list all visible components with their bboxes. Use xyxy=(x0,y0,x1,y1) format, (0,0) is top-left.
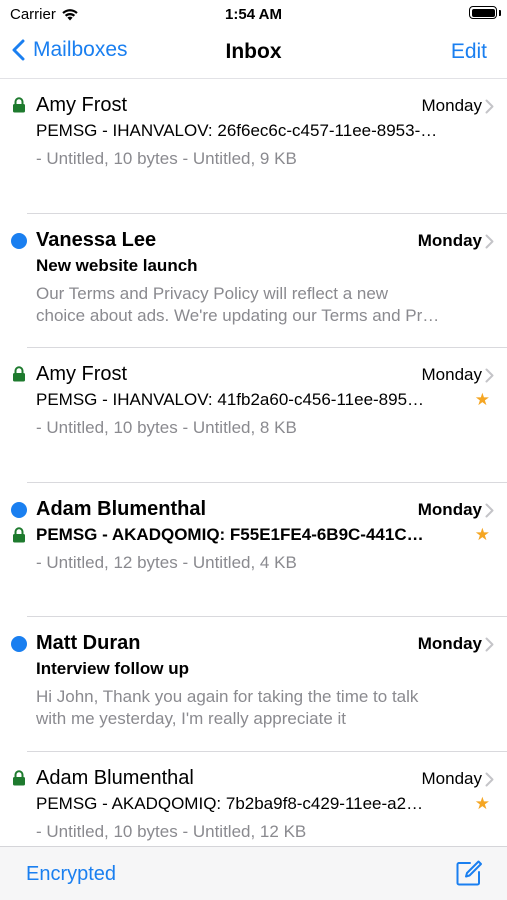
message-row[interactable]: Amy Frost Monday PEMSG - IHANVALOV: 41fb… xyxy=(0,348,507,483)
encrypted-filter-button[interactable]: Encrypted xyxy=(26,863,116,886)
message-preview: Hi John, Thank you again for taking the … xyxy=(36,686,486,730)
message-sender: Amy Frost xyxy=(36,363,128,385)
status-bar: Carrier 1:54 AM xyxy=(0,0,507,30)
message-subject: PEMSG - AKADQOMIQ: 7b2ba9f8-c429-11ee-a2… xyxy=(36,793,424,813)
message-subject: PEMSG - IHANVALOV: 41fb2a60-c456-11ee-89… xyxy=(36,390,425,409)
star-icon: ★ xyxy=(474,793,490,813)
message-subject: PEMSG - IHANVALOV: 26f6ec6c-c457-11ee-89… xyxy=(36,121,438,140)
message-list[interactable]: Amy Frost Monday PEMSG - IHANVALOV: 26f6… xyxy=(0,78,507,846)
page-title: Inbox xyxy=(225,40,282,63)
message-preview-line: with me yesterday, I'm really appreciate… xyxy=(36,709,346,728)
message-preview: Our Terms and Privacy Policy will reflec… xyxy=(36,283,486,327)
edit-button[interactable]: Edit xyxy=(451,40,487,64)
lock-icon xyxy=(13,769,25,785)
message-date: Monday xyxy=(417,634,482,653)
status-time: 1:54 AM xyxy=(225,6,282,23)
message-preview: - Untitled, 10 bytes - Untitled, 8 KB xyxy=(36,417,486,439)
message-preview: - Untitled, 10 bytes - Untitled, 9 KB xyxy=(36,148,486,170)
message-row[interactable]: Vanessa Lee Monday New website launch Ou… xyxy=(0,214,507,349)
chevron-right-icon xyxy=(485,99,494,114)
message-date: Monday xyxy=(417,230,482,250)
message-sender: Amy Frost xyxy=(36,94,128,116)
unread-dot-icon xyxy=(11,636,27,652)
star-icon: ★ xyxy=(474,524,490,544)
lock-icon xyxy=(13,526,25,542)
unread-indicator xyxy=(11,636,27,652)
message-row[interactable]: Adam Blumenthal Monday PEMSG - AKADQOMIQ… xyxy=(0,483,507,618)
compose-button[interactable] xyxy=(455,859,483,892)
message-subject: New website launch xyxy=(36,255,198,275)
message-row[interactable]: Adam Blumenthal Monday PEMSG - AKADQOMIQ… xyxy=(0,752,507,847)
message-preview: - Untitled, 10 bytes - Untitled, 12 KB xyxy=(36,821,486,843)
message-preview-line: - Untitled, 10 bytes - Untitled, 9 KB xyxy=(36,149,297,168)
lock-icon xyxy=(13,366,25,382)
message-preview-line: choice about ads. We're updating our Ter… xyxy=(36,305,440,325)
navigation-bar: Mailboxes Inbox Edit xyxy=(0,30,507,76)
chevron-right-icon xyxy=(485,772,494,786)
message-date: Monday xyxy=(421,365,482,384)
message-row[interactable]: Amy Frost Monday PEMSG - IHANVALOV: 26f6… xyxy=(0,79,507,214)
message-preview-line: - Untitled, 12 bytes - Untitled, 4 KB xyxy=(36,552,297,572)
unread-indicator xyxy=(11,501,27,518)
chevron-right-icon xyxy=(485,637,494,652)
battery-icon xyxy=(469,6,497,19)
message-subject: PEMSG - AKADQOMIQ: F55E1FE4-6B9C-441C… xyxy=(36,524,424,544)
message-preview-line: Hi John, Thank you again for taking the … xyxy=(36,687,419,706)
battery-tip xyxy=(499,10,501,16)
message-date: Monday xyxy=(421,96,482,115)
star-icon: ★ xyxy=(474,390,490,409)
message-preview-line: - Untitled, 10 bytes - Untitled, 8 KB xyxy=(36,418,297,437)
message-sender: Adam Blumenthal xyxy=(36,497,207,520)
chevron-right-icon xyxy=(485,368,494,383)
message-sender: Adam Blumenthal xyxy=(36,766,194,789)
message-date: Monday xyxy=(421,768,482,788)
message-sender: Vanessa Lee xyxy=(36,228,157,251)
bottom-toolbar: Encrypted xyxy=(0,846,507,900)
chevron-right-icon xyxy=(485,503,494,517)
message-preview: - Untitled, 12 bytes - Untitled, 4 KB xyxy=(36,552,486,574)
lock-icon xyxy=(13,97,25,113)
compose-icon xyxy=(456,860,482,886)
message-sender: Matt Duran xyxy=(36,632,141,654)
unread-dot-icon xyxy=(11,232,27,249)
message-date: Monday xyxy=(417,499,482,519)
unread-indicator xyxy=(11,232,27,249)
unread-dot-icon xyxy=(11,501,27,518)
message-subject: Interview follow up xyxy=(36,659,190,678)
message-preview-line: - Untitled, 10 bytes - Untitled, 12 KB xyxy=(36,821,307,841)
message-row[interactable]: Matt Duran Monday Interview follow up Hi… xyxy=(0,617,507,752)
chevron-right-icon xyxy=(485,234,494,248)
message-preview-line: Our Terms and Privacy Policy will reflec… xyxy=(36,283,389,303)
